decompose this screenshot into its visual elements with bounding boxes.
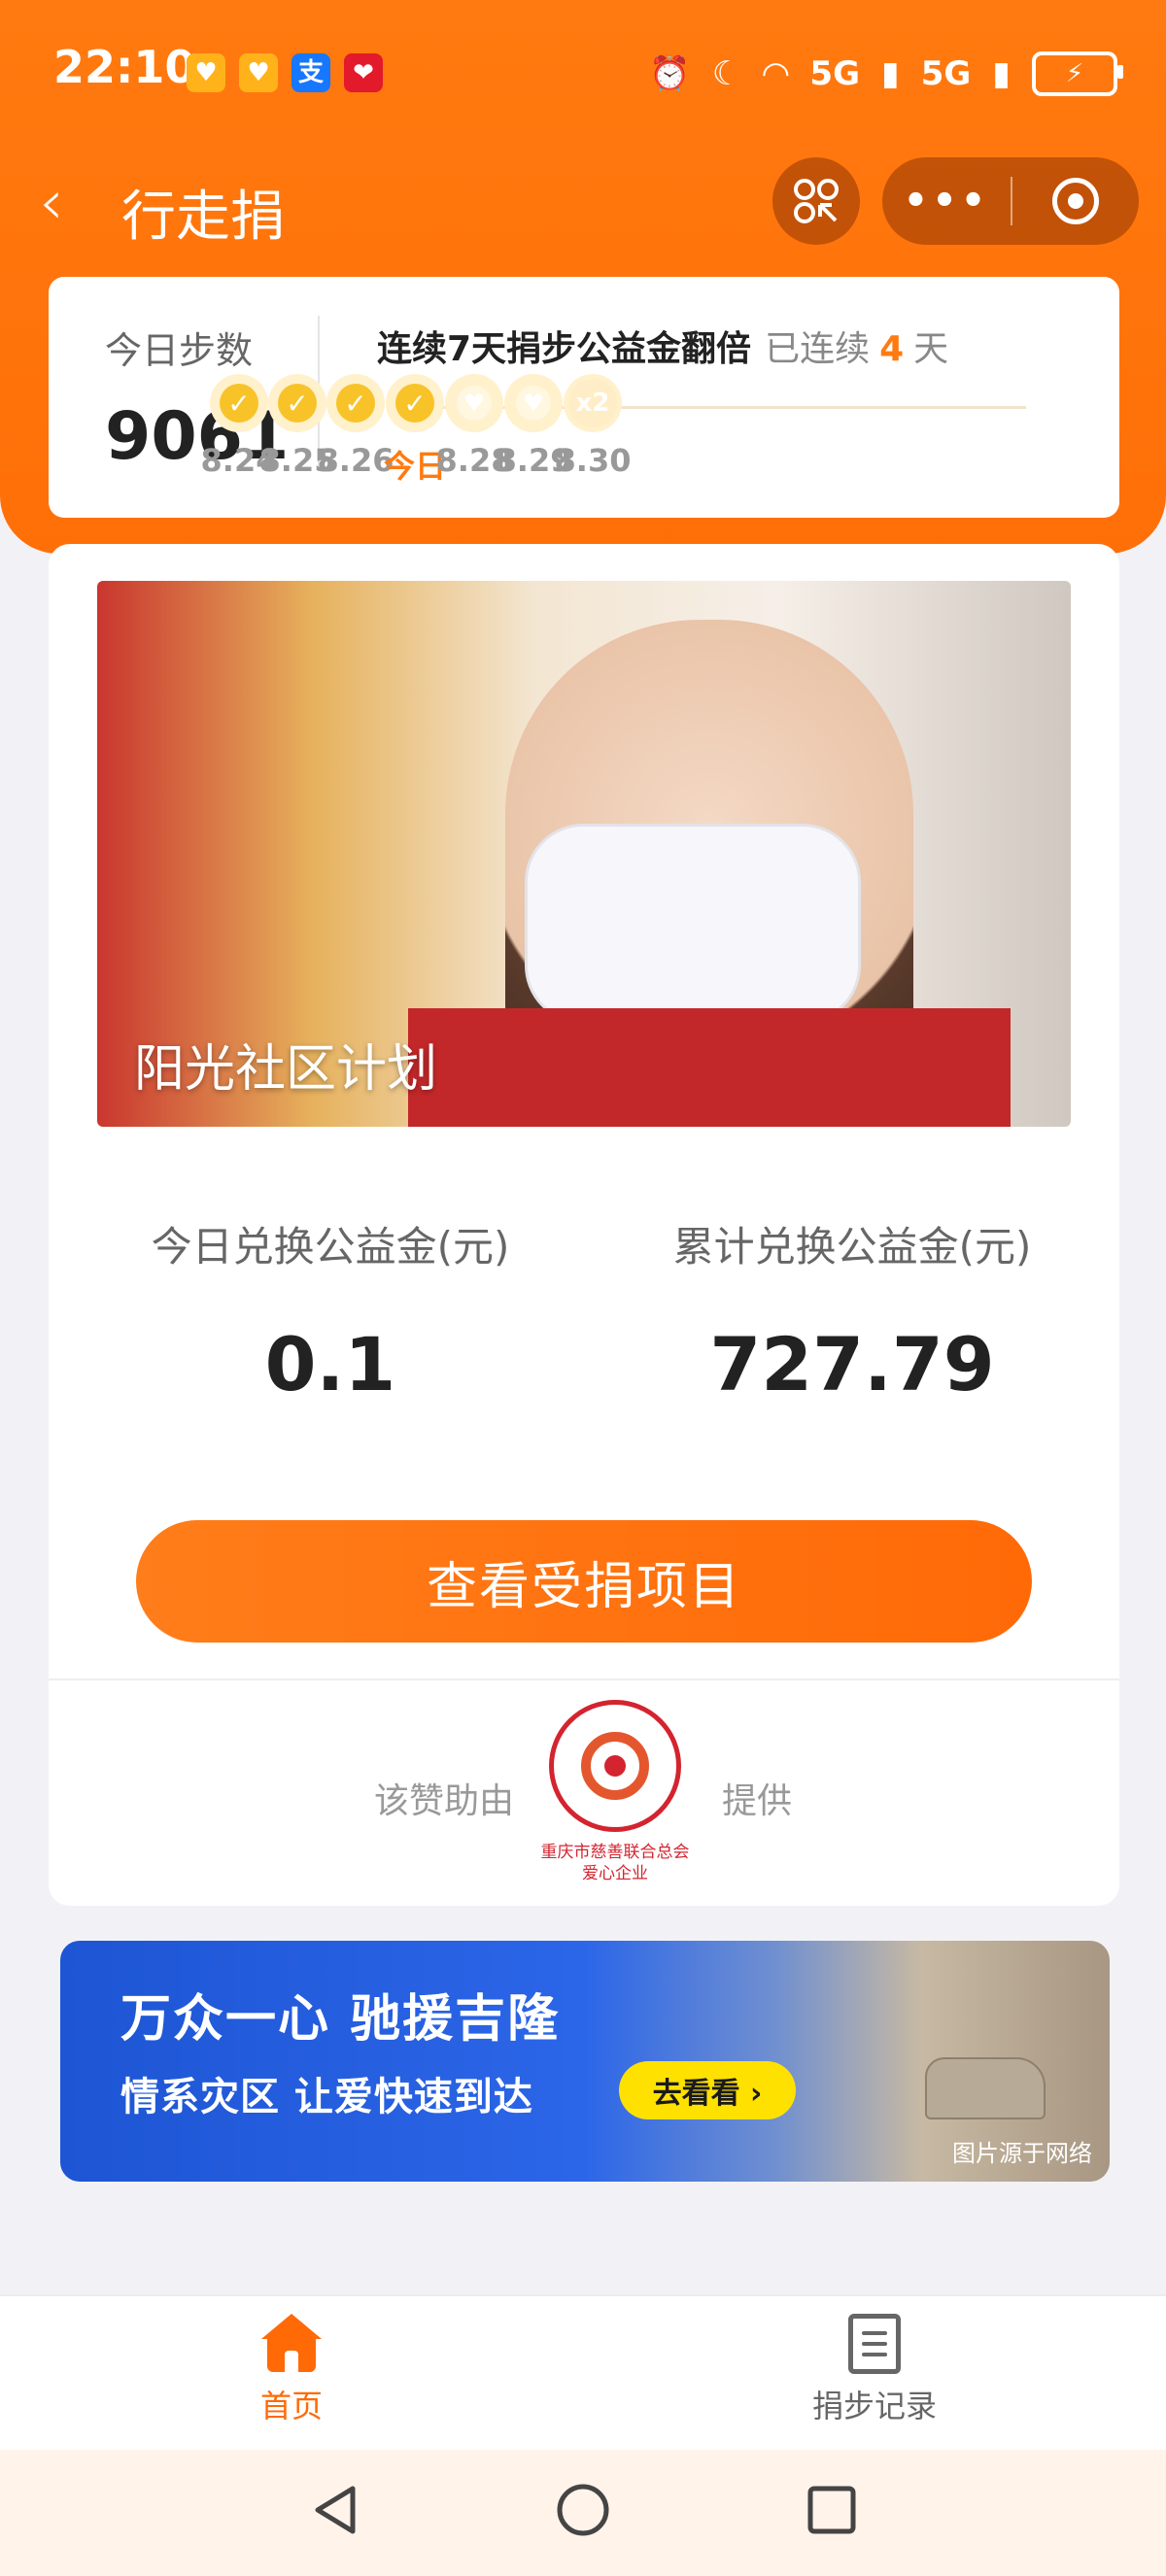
nav-bar: ‹ 行走捐 •••: [0, 146, 1166, 262]
double-bonus-icon: x2: [564, 374, 622, 432]
moon-icon: ☾: [711, 54, 742, 93]
ad-image-credit: 图片源于网络: [952, 2140, 1092, 2167]
system-back-icon[interactable]: [306, 2481, 364, 2539]
signal-bars-icon: ▮: [880, 54, 900, 93]
system-navigation-bar: [0, 2450, 1166, 2576]
more-dots-icon[interactable]: •••: [882, 179, 1011, 223]
today-fund-label: 今日兑换公益金(元): [151, 1223, 510, 1271]
heart-app-icon-2: ♥: [239, 53, 278, 92]
heart-app-icon: ♥: [187, 53, 225, 92]
today-fund-value: 0.1: [264, 1321, 396, 1407]
gift-app-icon: ❤: [344, 53, 383, 92]
close-mini-program-button[interactable]: [1012, 178, 1139, 224]
wifi-icon: ◠: [763, 54, 789, 93]
tab-home[interactable]: 首页: [194, 2314, 389, 2426]
scan-code-icon: [794, 179, 839, 223]
disaster-relief-ad[interactable]: 万众一心 驰援吉隆 情系灾区 让爱快速到达 去看看 › 图片源于网络: [60, 1941, 1110, 2182]
status-icons: ⏰ ☾ ◠ 5G ▮ 5G ▮ ⚡: [649, 45, 1123, 103]
tab-home-label: 首页: [259, 2388, 323, 2424]
card-divider: [49, 1678, 1119, 1680]
signal-bars-icon-2: ▮: [992, 54, 1011, 93]
sponsor-name: 重庆市慈善联合总会: [540, 1843, 690, 1862]
streak-headline: 连续7天捐步公益金翻倍: [377, 329, 752, 369]
steps-card: 今日步数 9061 连续7天捐步公益金翻倍 已连续 4 天 ✓ 8.24 ✓ 8.25…: [49, 277, 1119, 518]
mini-program-capsule: •••: [882, 157, 1139, 245]
tab-records-label: 捐步记录: [811, 2388, 937, 2424]
streak-day-label: 8.30: [554, 442, 632, 479]
project-banner[interactable]: 阳光社区计划: [97, 581, 1071, 1127]
signal-1-label: 5G: [809, 54, 860, 93]
ad-go-button[interactable]: 去看看 ›: [619, 2061, 796, 2119]
ad-photo-car: [925, 2057, 1046, 2119]
signal-2-label: 5G: [920, 54, 972, 93]
streak-title: 连续7天捐步公益金翻倍 已连续 4 天: [377, 321, 948, 371]
system-recents-icon[interactable]: [803, 2481, 861, 2539]
alarm-icon: ⏰: [649, 54, 691, 93]
ad-subline: 情系灾区 让爱快速到达: [120, 2075, 533, 2119]
streak-progress: 已连续 4 天: [765, 329, 949, 369]
bottom-tab-bar: 首页 捐步记录: [0, 2294, 1166, 2452]
tab-records[interactable]: 捐步记录: [777, 2314, 972, 2426]
view-projects-button[interactable]: 查看受捐项目: [136, 1520, 1032, 1643]
project-title: 阳光社区计划: [134, 1040, 438, 1099]
sponsor-prefix: 该赞助由: [374, 1781, 515, 1821]
home-icon: [261, 2314, 322, 2374]
charity-federation-logo: [549, 1700, 681, 1832]
steps-label: 今日步数: [105, 329, 254, 372]
sponsor-caption: 重庆市慈善联合总会 爱心企业: [505, 1842, 725, 1884]
streak-days-count: 4: [879, 329, 905, 369]
ad-headline: 万众一心 驰援吉隆: [120, 1990, 561, 2049]
total-fund-label: 累计兑换公益金(元): [672, 1223, 1032, 1271]
page-title: 行走捐: [121, 186, 285, 249]
sponsor-tag: 爱心企业: [582, 1864, 648, 1883]
record-list-icon: [848, 2314, 901, 2374]
scan-code-button[interactable]: [772, 157, 860, 245]
target-circle-icon: [1052, 178, 1099, 224]
status-time: 22:10: [53, 41, 196, 93]
sponsor-suffix: 提供: [722, 1781, 793, 1821]
alipay-app-icon: 支: [292, 53, 330, 92]
total-fund-value: 727.79: [709, 1321, 995, 1407]
chevron-left-icon[interactable]: ‹: [39, 167, 64, 239]
system-home-icon[interactable]: [554, 2481, 612, 2539]
project-card: 阳光社区计划 今日兑换公益金(元) 0.1 累计兑换公益金(元) 727.79 …: [49, 544, 1119, 1906]
streak-day-bonus: x2 8.30: [544, 374, 641, 479]
battery-charging-icon: ⚡: [1032, 51, 1123, 96]
banner-photo-mask: [525, 824, 861, 1024]
status-bar: 22:10 ♥ ♥ 支 ❤ ⏰ ☾ ◠ 5G ▮ 5G ▮ ⚡: [0, 0, 1166, 146]
banner-photo-shirt: [408, 1008, 1011, 1127]
